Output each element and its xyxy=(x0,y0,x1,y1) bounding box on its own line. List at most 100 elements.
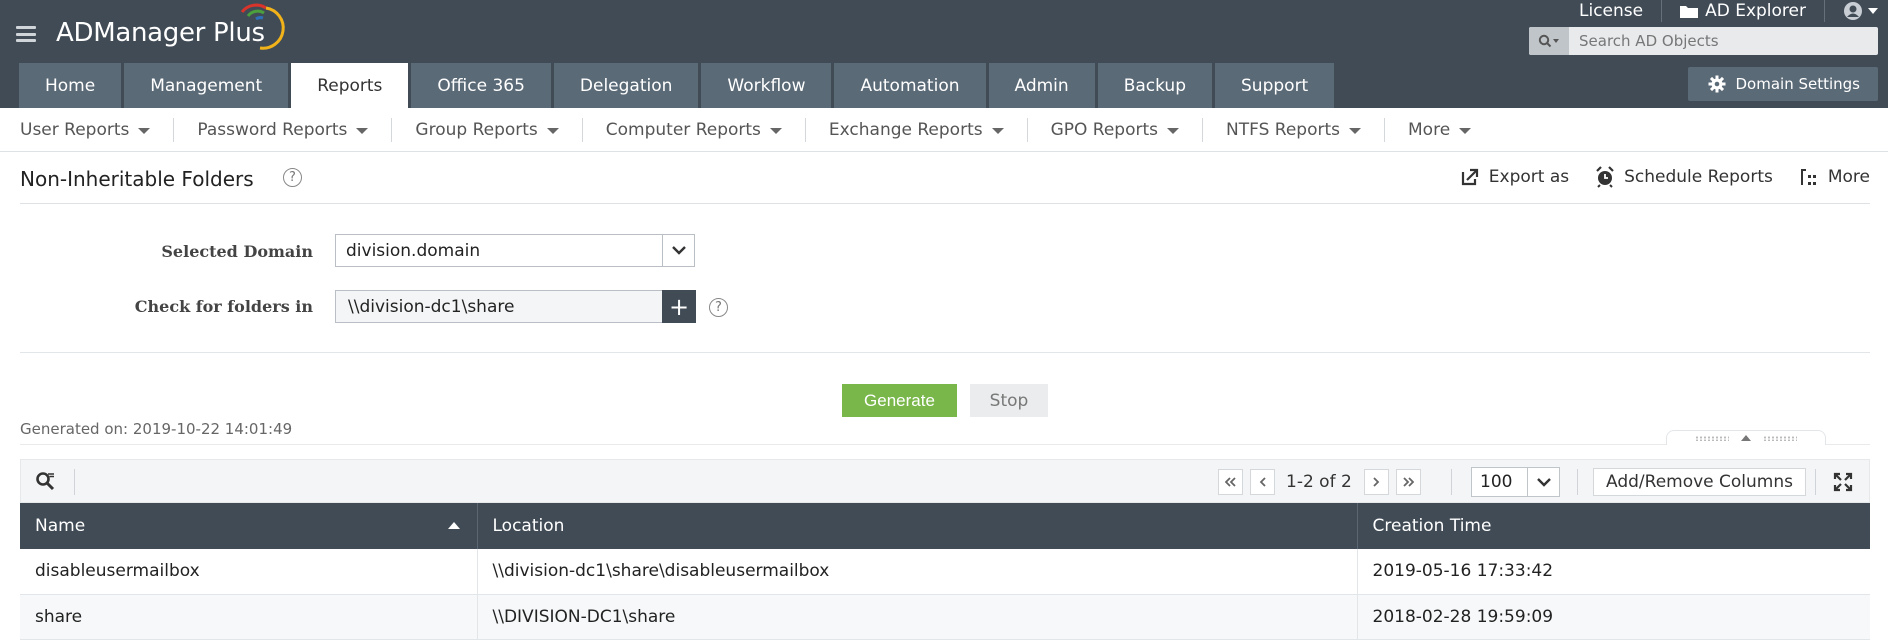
table-row[interactable]: disableusermailbox \\division-dc1\share\… xyxy=(20,549,1870,595)
subnav-label: Exchange Reports xyxy=(828,119,983,140)
export-as-button[interactable]: Export as xyxy=(1460,166,1569,188)
subnav-label: NTFS Reports xyxy=(1226,119,1341,140)
export-icon xyxy=(1461,168,1478,186)
domain-settings-label: Domain Settings xyxy=(1735,75,1861,93)
subnav-more[interactable]: More xyxy=(1385,118,1494,142)
grid-search-button[interactable] xyxy=(35,471,57,497)
divider xyxy=(20,352,1870,353)
tab-reports[interactable]: Reports xyxy=(291,63,409,108)
last-page-button[interactable] xyxy=(1395,469,1421,495)
main-tabs: Home Management Reports Office 365 Deleg… xyxy=(19,63,1337,108)
folders-help-icon[interactable]: ? xyxy=(709,298,728,317)
chevron-down-icon xyxy=(1868,8,1878,14)
tab-delegation[interactable]: Delegation xyxy=(553,63,699,108)
tab-support[interactable]: Support xyxy=(1215,63,1335,108)
generate-button[interactable]: Generate xyxy=(842,384,957,417)
caret-down-icon xyxy=(356,127,369,134)
caret-down-icon xyxy=(1459,127,1472,134)
logo-arc-icon xyxy=(240,3,285,50)
search-type-button[interactable] xyxy=(1529,27,1569,55)
report-table: Name Location Creation Time disableuserm… xyxy=(20,503,1870,640)
gear-icon xyxy=(1708,75,1725,93)
app-name: ADManager Plus xyxy=(56,18,265,48)
page-title: Non-Inheritable Folders xyxy=(20,167,254,191)
user-menu[interactable] xyxy=(1825,0,1888,22)
folder-path-field[interactable]: \\division-dc1\share xyxy=(335,290,663,323)
subnav-user-reports[interactable]: User Reports xyxy=(0,117,175,142)
subnav-group-reports[interactable]: Group Reports xyxy=(392,117,583,142)
tab-backup[interactable]: Backup xyxy=(1097,63,1213,108)
tab-admin[interactable]: Admin xyxy=(988,63,1095,108)
rows-per-page-select[interactable]: 100 xyxy=(1471,467,1560,497)
divider xyxy=(1815,469,1816,495)
license-link[interactable]: License xyxy=(1561,0,1663,22)
cell-creation-time: 2019-05-16 17:33:42 xyxy=(1357,549,1870,595)
subnav-label: Group Reports xyxy=(415,119,538,140)
domain-settings-button[interactable]: Domain Settings xyxy=(1687,67,1878,101)
prev-page-button[interactable] xyxy=(1250,469,1275,495)
tab-management[interactable]: Management xyxy=(124,63,289,108)
generated-on-text: Generated on: 2019-10-22 14:01:49 xyxy=(20,420,293,438)
fullscreen-icon[interactable] xyxy=(1833,472,1853,496)
add-folder-button[interactable]: + xyxy=(662,290,696,323)
more-actions-button[interactable]: More xyxy=(1799,166,1870,188)
rows-per-page-value: 100 xyxy=(1480,472,1513,492)
search-input[interactable] xyxy=(1569,27,1878,55)
app-logo[interactable]: ADManager Plus xyxy=(56,18,265,48)
column-header-location[interactable]: Location xyxy=(477,503,1358,549)
report-title-bar: Non-Inheritable Folders ? Export as Sche… xyxy=(20,152,1870,204)
subnav-label: User Reports xyxy=(20,119,130,140)
more-icon xyxy=(1800,169,1816,185)
check-folders-label: Check for folders in xyxy=(134,297,313,316)
table-row[interactable]: share \\DIVISION-DC1\share 2018-02-28 19… xyxy=(20,594,1870,640)
subnav-exchange-reports[interactable]: Exchange Reports xyxy=(806,117,1028,142)
subnav-ntfs-reports[interactable]: NTFS Reports xyxy=(1203,117,1386,142)
subnav-label: Computer Reports xyxy=(605,119,761,140)
chevron-down-icon[interactable] xyxy=(662,235,694,266)
report-category-nav: User Reports Password Reports Group Repo… xyxy=(0,108,1888,152)
cell-location: \\division-dc1\share\disableusermailbox xyxy=(477,549,1358,595)
schedule-reports-button[interactable]: Schedule Reports xyxy=(1595,166,1773,188)
caret-down-icon xyxy=(546,127,559,134)
more-label: More xyxy=(1827,167,1870,187)
subnav-label: More xyxy=(1408,119,1451,140)
tab-workflow[interactable]: Workflow xyxy=(701,63,832,108)
column-header-label: Location xyxy=(492,516,565,536)
selected-domain-label: Selected Domain xyxy=(161,242,313,261)
report-actions: Export as Schedule Reports More xyxy=(1434,166,1870,188)
cell-name: share xyxy=(20,594,478,640)
caret-down-icon xyxy=(138,127,151,134)
hamburger-menu-icon[interactable] xyxy=(16,26,36,42)
page-info: 1-2 of 2 xyxy=(1286,472,1352,492)
cell-name: disableusermailbox xyxy=(20,549,478,595)
subnav-password-reports[interactable]: Password Reports xyxy=(174,117,393,142)
next-page-button[interactable] xyxy=(1363,469,1389,495)
subnav-computer-reports[interactable]: Computer Reports xyxy=(583,117,806,142)
caret-down-icon xyxy=(991,127,1004,134)
top-links: License AD Explorer xyxy=(1561,0,1888,22)
column-header-label: Creation Time xyxy=(1372,516,1492,536)
column-header-creation-time[interactable]: Creation Time xyxy=(1357,503,1870,549)
tab-office-365[interactable]: Office 365 xyxy=(411,63,551,108)
license-label: License xyxy=(1579,1,1644,21)
grip-dots-icon xyxy=(1695,435,1729,441)
double-chevron-right-icon xyxy=(1403,477,1415,487)
column-header-name[interactable]: Name xyxy=(20,503,478,549)
caret-down-icon xyxy=(769,127,782,134)
double-chevron-left-icon xyxy=(1224,477,1236,487)
stop-button[interactable]: Stop xyxy=(970,384,1048,417)
tab-automation[interactable]: Automation xyxy=(834,63,986,108)
chevron-down-icon xyxy=(1527,468,1559,496)
collapse-up-icon xyxy=(1741,435,1751,441)
help-icon[interactable]: ? xyxy=(283,168,302,187)
add-remove-columns-button[interactable]: Add/Remove Columns xyxy=(1593,468,1806,496)
grid-toolbar: 1-2 of 2 100 Add/Remove Columns xyxy=(20,459,1870,503)
domain-select[interactable]: division.domain xyxy=(335,234,695,267)
collapse-filter-handle[interactable] xyxy=(1666,430,1826,445)
user-icon xyxy=(1844,2,1862,20)
tab-home[interactable]: Home xyxy=(19,63,122,108)
cell-location: \\DIVISION-DC1\share xyxy=(477,594,1358,640)
subnav-gpo-reports[interactable]: GPO Reports xyxy=(1028,117,1204,142)
ad-explorer-link[interactable]: AD Explorer xyxy=(1662,0,1825,22)
first-page-button[interactable] xyxy=(1218,469,1243,495)
